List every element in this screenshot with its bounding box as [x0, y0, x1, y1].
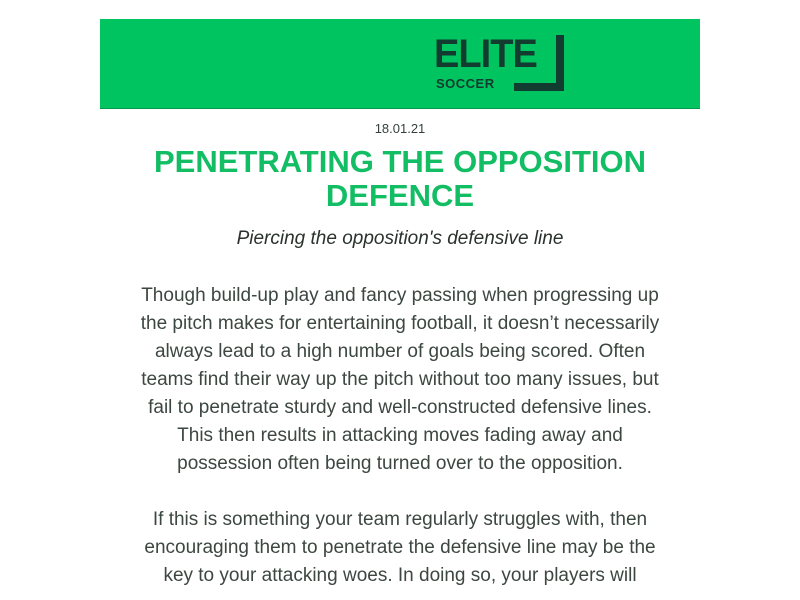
article-title: PENETRATING THE OPPOSITION DEFENCE	[153, 144, 647, 213]
publication-date: 18.01.21	[374, 121, 426, 136]
logo-subtitle: SOCCER	[436, 76, 495, 91]
logo-bracket-horizontal	[514, 83, 564, 91]
elite-soccer-logo: ELITE SOCCER	[434, 34, 566, 94]
article-subtitle: Piercing the opposition's defensive line	[236, 228, 564, 249]
article-paragraph: Though build-up play and fancy passing w…	[140, 285, 660, 474]
newsletter-header: ELITE SOCCER	[100, 19, 700, 109]
article-paragraph: If this is something your team regularly…	[144, 509, 656, 586]
article-body: Though build-up play and fancy passing w…	[135, 282, 665, 600]
logo-bracket-mark	[514, 35, 564, 91]
